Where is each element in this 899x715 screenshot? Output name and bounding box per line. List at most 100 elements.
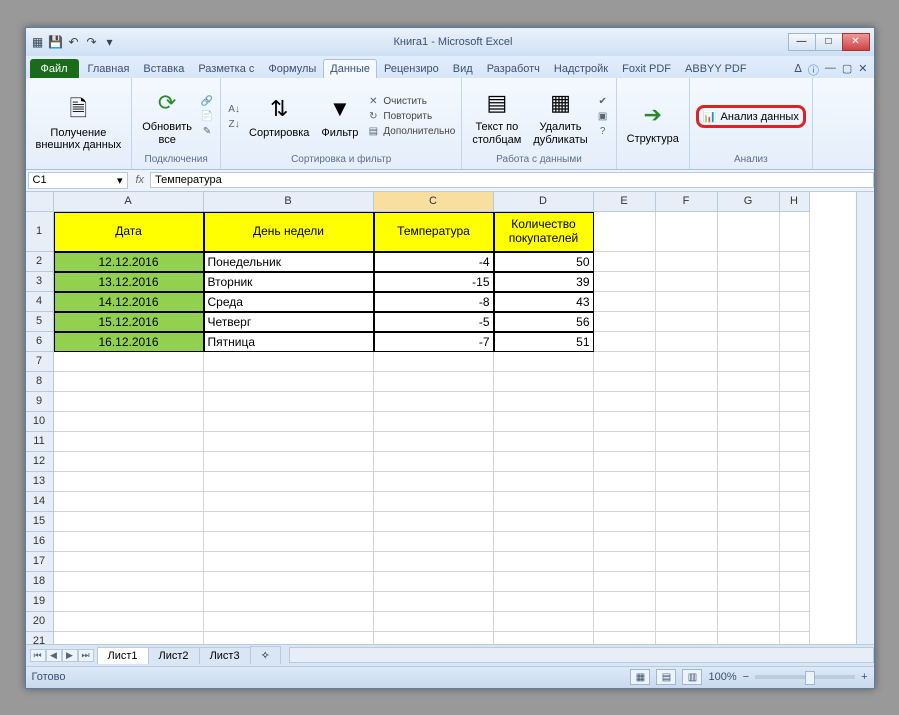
editlinks-btn[interactable]: ✎ [200, 125, 214, 139]
row-header[interactable]: 1 [26, 212, 54, 252]
cell[interactable] [718, 632, 780, 644]
sheet-last-icon[interactable]: ⏭ [78, 649, 94, 662]
sheet-tab-3[interactable]: Лист3 [199, 647, 251, 664]
cell[interactable] [54, 512, 204, 532]
cell[interactable] [204, 472, 374, 492]
cell[interactable] [494, 552, 594, 572]
cell[interactable] [594, 612, 656, 632]
remove-duplicates-button[interactable]: ▦ Удалить дубликаты [529, 85, 591, 147]
row-header[interactable]: 6 [26, 332, 54, 352]
refresh-all-button[interactable]: ⟳ Обновить все [138, 85, 196, 147]
cell[interactable]: 39 [494, 272, 594, 292]
get-external-data-button[interactable]: 🗎 Получение внешних данных [32, 91, 126, 153]
cell[interactable] [718, 412, 780, 432]
zoom-in-button[interactable]: + [861, 671, 867, 683]
chevron-down-icon[interactable]: ▾ [117, 174, 123, 187]
column-header[interactable]: C [374, 192, 494, 212]
cell[interactable] [594, 452, 656, 472]
cell[interactable] [494, 572, 594, 592]
cell[interactable] [204, 512, 374, 532]
cell[interactable] [656, 252, 718, 272]
row-header[interactable]: 17 [26, 552, 54, 572]
cell[interactable]: -8 [374, 292, 494, 312]
cell[interactable] [494, 352, 594, 372]
cell[interactable] [780, 592, 810, 612]
cell[interactable] [656, 592, 718, 612]
cell[interactable] [656, 272, 718, 292]
tab-addins[interactable]: Надстройк [547, 59, 615, 78]
cell[interactable] [374, 372, 494, 392]
cell[interactable] [594, 492, 656, 512]
cell[interactable] [780, 432, 810, 452]
cell[interactable] [780, 392, 810, 412]
cell[interactable] [494, 532, 594, 552]
cell[interactable] [54, 392, 204, 412]
row-header[interactable]: 12 [26, 452, 54, 472]
cell[interactable]: 13.12.2016 [54, 272, 204, 292]
cell[interactable] [718, 552, 780, 572]
cell[interactable] [374, 592, 494, 612]
row-header[interactable]: 14 [26, 492, 54, 512]
horizontal-scrollbar[interactable] [289, 647, 874, 663]
cell[interactable] [780, 612, 810, 632]
filter-button[interactable]: ▼ Фильтр [317, 91, 362, 141]
cell[interactable] [780, 252, 810, 272]
outline-button[interactable]: ➔ Структура [623, 97, 683, 147]
row-header[interactable]: 3 [26, 272, 54, 292]
advanced-filter-button[interactable]: ▤Дополнительно [366, 125, 455, 139]
cell[interactable] [54, 532, 204, 552]
cell[interactable] [780, 352, 810, 372]
cell[interactable] [204, 492, 374, 512]
cell[interactable] [204, 372, 374, 392]
cell[interactable] [780, 532, 810, 552]
vertical-scrollbar[interactable] [856, 192, 874, 644]
cell[interactable] [780, 372, 810, 392]
cell[interactable] [718, 292, 780, 312]
cell[interactable] [780, 512, 810, 532]
cell[interactable] [718, 512, 780, 532]
cell[interactable] [718, 352, 780, 372]
cell[interactable] [656, 552, 718, 572]
row-header[interactable]: 7 [26, 352, 54, 372]
cell[interactable] [594, 372, 656, 392]
cell[interactable] [494, 432, 594, 452]
cell[interactable] [718, 372, 780, 392]
cell[interactable]: Температура [374, 212, 494, 252]
cell[interactable] [656, 532, 718, 552]
tab-abbyy[interactable]: ABBYY PDF [678, 59, 754, 78]
cell[interactable] [718, 532, 780, 552]
cell[interactable] [204, 452, 374, 472]
qat-misc-icon[interactable]: ▾ [102, 34, 118, 50]
tab-foxit[interactable]: Foxit PDF [615, 59, 678, 78]
reapply-filter-button[interactable]: ↻Повторить [366, 110, 455, 124]
doc-min-icon[interactable]: — [825, 62, 836, 78]
cell[interactable] [54, 552, 204, 572]
tab-data[interactable]: Данные [323, 59, 377, 78]
cell[interactable] [374, 572, 494, 592]
cell[interactable] [594, 572, 656, 592]
cell[interactable]: -5 [374, 312, 494, 332]
cell[interactable] [204, 412, 374, 432]
save-icon[interactable]: 💾 [48, 34, 64, 50]
column-header[interactable]: D [494, 192, 594, 212]
row-header[interactable]: 10 [26, 412, 54, 432]
cell[interactable] [374, 552, 494, 572]
row-header[interactable]: 5 [26, 312, 54, 332]
tab-insert[interactable]: Вставка [136, 59, 191, 78]
cell[interactable] [204, 572, 374, 592]
cell[interactable]: Четверг [204, 312, 374, 332]
zoom-slider[interactable] [755, 675, 855, 679]
cell[interactable]: 56 [494, 312, 594, 332]
cell[interactable] [374, 452, 494, 472]
cell[interactable] [594, 552, 656, 572]
layout-view-button[interactable]: ▤ [656, 669, 676, 685]
undo-icon[interactable]: ↶ [66, 34, 82, 50]
cell[interactable] [374, 512, 494, 532]
sheet-prev-icon[interactable]: ◀ [46, 649, 62, 662]
cell[interactable] [780, 452, 810, 472]
sort-az[interactable]: A↓ Z↓ [227, 102, 241, 131]
cell[interactable]: Среда [204, 292, 374, 312]
cell[interactable] [594, 532, 656, 552]
cell[interactable] [594, 252, 656, 272]
cell[interactable] [780, 312, 810, 332]
